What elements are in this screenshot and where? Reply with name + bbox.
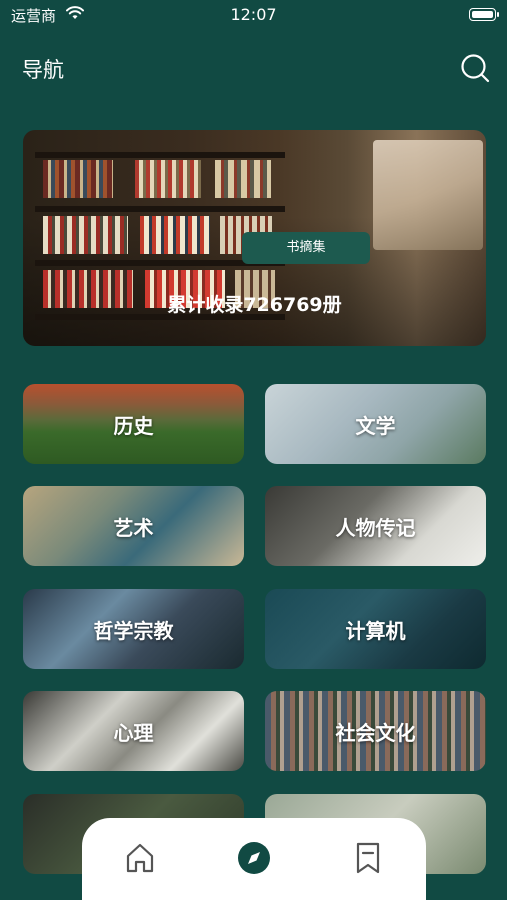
search-icon[interactable] (460, 53, 490, 83)
featured-banner[interactable]: 书摘集 累计收录726769册 (23, 130, 486, 346)
category-label: 人物传记 (335, 515, 416, 540)
tab-bar (82, 818, 426, 900)
page-title: 导航 (22, 58, 64, 82)
category-label: 哲学宗教 (93, 618, 174, 643)
category-art[interactable]: 艺术 (23, 486, 244, 566)
banner-tag[interactable]: 书摘集 (242, 232, 370, 264)
category-philosophy-religion[interactable]: 哲学宗教 (23, 589, 244, 669)
status-time: 12:07 (230, 5, 277, 24)
banner-stat: 累计收录726769册 (167, 294, 342, 316)
category-label: 计算机 (345, 618, 406, 643)
category-biography[interactable]: 人物传记 (265, 486, 486, 566)
category-label: 社会文化 (335, 720, 416, 745)
category-computer[interactable]: 计算机 (265, 589, 486, 669)
battery-icon (469, 8, 499, 21)
home-icon[interactable] (120, 838, 160, 878)
category-label: 文学 (355, 413, 396, 438)
bookmark-icon[interactable] (348, 838, 388, 878)
category-society-culture[interactable]: 社会文化 (265, 691, 486, 771)
category-label: 历史 (113, 413, 154, 438)
status-bar: 运营商 12:07 (0, 0, 507, 30)
category-label: 艺术 (113, 515, 154, 540)
category-label: 心理 (113, 720, 154, 745)
category-literature[interactable]: 文学 (265, 384, 486, 464)
window-image (373, 140, 483, 250)
category-psychology[interactable]: 心理 (23, 691, 244, 771)
compass-icon[interactable] (234, 838, 274, 878)
category-history[interactable]: 历史 (23, 384, 244, 464)
